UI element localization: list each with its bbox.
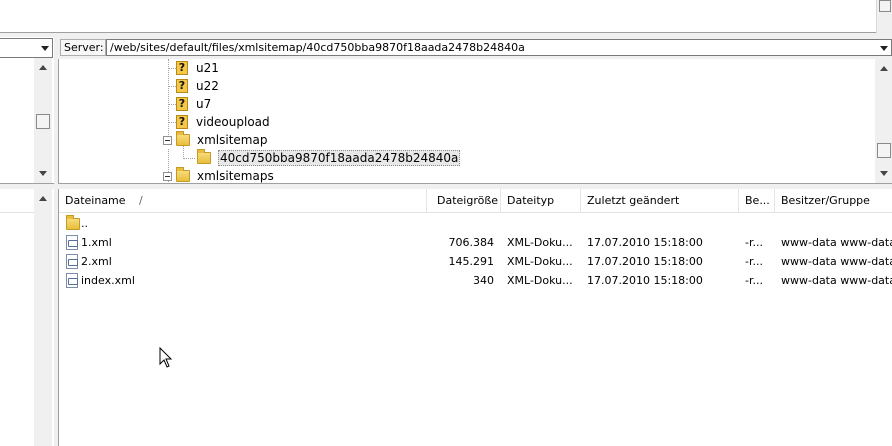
table-row[interactable]: 1.xml 706.384 XML-Doku... 17.07.2010 15:… [59, 233, 892, 252]
unknown-folder-icon: ? [176, 61, 188, 75]
file-permissions: -r... [745, 255, 763, 268]
file-modified: 17.07.2010 15:18:00 [587, 236, 703, 249]
tree-item-u22[interactable]: ? u22 [176, 77, 219, 95]
file-size: 145.291 [448, 255, 495, 268]
server-path-input[interactable]: /web/sites/default/files/xmlsitemap/40cd… [110, 41, 525, 54]
column-header-label: Dateiname [65, 194, 126, 207]
collapse-icon[interactable] [163, 135, 172, 145]
scroll-down-icon[interactable] [39, 171, 47, 176]
column-header-label: Besitzer/Gruppe [781, 194, 870, 207]
table-row[interactable]: 2.xml 145.291 XML-Doku... 17.07.2010 15:… [59, 252, 892, 271]
local-path-combobox[interactable] [0, 38, 53, 58]
chevron-down-icon[interactable] [41, 46, 49, 51]
scroll-up-icon[interactable] [880, 66, 888, 71]
scrollbar-thumb[interactable] [36, 114, 50, 129]
tree-guide-line [168, 122, 176, 123]
column-header-filename[interactable]: Dateiname / [59, 189, 427, 213]
server-label: Server: [64, 41, 104, 54]
local-list-scrollbar[interactable] [34, 189, 52, 446]
file-owner: www-data www-data [781, 236, 892, 249]
file-name: 2.xml [81, 255, 112, 268]
server-path-bar: Server: /web/sites/default/files/xmlsite… [58, 37, 892, 59]
file-owner: www-data www-data [781, 274, 892, 287]
local-file-list [0, 189, 54, 446]
scroll-down-icon[interactable] [880, 171, 888, 176]
tree-item-label: 40cd750bba9870f18aada2478b24840a [218, 150, 461, 166]
folder-icon [176, 167, 190, 182]
scrollbar-thumb[interactable] [879, 0, 891, 12]
local-tree-scrollbar[interactable] [34, 58, 52, 183]
tree-item-label: videoupload [196, 115, 270, 129]
unknown-folder-icon: ? [176, 115, 188, 129]
file-name: 1.xml [81, 236, 112, 249]
remote-directory-tree: ? u21 ? u22 ? u7 ? videoupload xmlsitema… [58, 59, 892, 184]
message-log [0, 0, 892, 33]
column-header-filetype[interactable]: Dateityp [501, 189, 581, 213]
tree-item-u7[interactable]: ? u7 [176, 95, 211, 113]
unknown-folder-icon: ? [176, 97, 188, 111]
tree-guide-line [168, 104, 176, 105]
tree-item-selected-folder[interactable]: 40cd750bba9870f18aada2478b24840a [197, 149, 461, 167]
file-permissions: -r... [745, 274, 763, 287]
tree-guide-line [168, 86, 176, 87]
tree-item-xmlsitemap[interactable]: xmlsitemap [163, 131, 267, 149]
tree-guide-line [168, 68, 176, 69]
remote-tree-scrollbar[interactable] [875, 59, 892, 183]
tree-item-label: u7 [196, 97, 212, 111]
scroll-up-icon[interactable] [39, 65, 47, 70]
folder-icon [176, 131, 190, 146]
file-owner: www-data www-data [781, 255, 892, 268]
sort-indicator-icon: / [139, 194, 143, 207]
column-header-label: Zuletzt geändert [587, 194, 680, 207]
column-header-permissions[interactable]: Be... [739, 189, 775, 213]
scroll-up-icon[interactable] [39, 196, 47, 201]
file-list-header: Dateiname / Dateigröße Dateityp Zuletzt … [59, 189, 892, 213]
local-list-header [0, 189, 34, 213]
file-type: XML-Doku... [507, 255, 573, 268]
file-size: 340 [473, 274, 494, 287]
column-header-label: Dateigröße [437, 194, 499, 207]
xml-file-icon [66, 254, 78, 269]
chevron-down-icon[interactable] [880, 46, 888, 51]
file-modified: 17.07.2010 15:18:00 [587, 274, 703, 287]
file-name: index.xml [81, 274, 135, 287]
folder-icon [197, 149, 211, 164]
server-label-box: Server: [60, 39, 106, 56]
list-item-parent-directory[interactable]: .. [59, 214, 892, 233]
table-row[interactable]: index.xml 340 XML-Doku... 17.07.2010 15:… [59, 271, 892, 290]
file-type: XML-Doku... [507, 274, 573, 287]
xml-file-icon [66, 273, 78, 288]
unknown-folder-icon: ? [176, 79, 188, 93]
folder-icon [66, 215, 80, 230]
file-name: .. [81, 217, 88, 230]
tree-item-videoupload[interactable]: ? videoupload [176, 113, 270, 131]
column-header-filesize[interactable]: Dateigröße [431, 189, 501, 213]
column-header-label: Dateityp [507, 194, 555, 207]
tree-item-label: xmlsitemap [197, 133, 268, 147]
tree-guide-line [168, 59, 169, 141]
column-header-modified[interactable]: Zuletzt geändert [581, 189, 739, 213]
file-permissions: -r... [745, 236, 763, 249]
collapse-icon[interactable] [163, 171, 172, 181]
file-size: 706.384 [448, 236, 495, 249]
tree-item-label: xmlsitemaps [197, 169, 274, 183]
xml-file-icon [66, 235, 78, 250]
column-header-label: Be... [745, 194, 770, 207]
file-type: XML-Doku... [507, 236, 573, 249]
file-modified: 17.07.2010 15:18:00 [587, 255, 703, 268]
tree-item-xmlsitemaps[interactable]: xmlsitemaps [163, 167, 274, 183]
tree-item-label: u21 [196, 61, 219, 75]
column-header-owner[interactable]: Besitzer/Gruppe [775, 189, 892, 213]
mouse-cursor-icon [159, 347, 173, 368]
remote-file-list: Dateiname / Dateigröße Dateityp Zuletzt … [58, 189, 892, 446]
message-log-scrollbar[interactable] [876, 0, 892, 33]
tree-item-label: u22 [196, 79, 219, 93]
tree-item-u21[interactable]: ? u21 [176, 59, 219, 77]
tree-guide-line [183, 158, 195, 159]
local-tree-pane [0, 58, 54, 184]
scrollbar-thumb[interactable] [877, 143, 891, 158]
server-path-combobox[interactable]: /web/sites/default/files/xmlsitemap/40cd… [106, 39, 892, 56]
